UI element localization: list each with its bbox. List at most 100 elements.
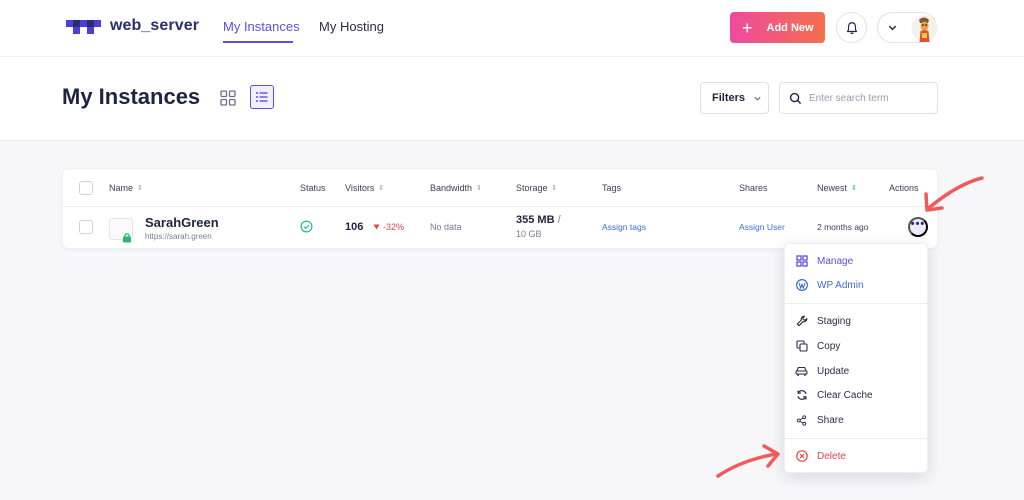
menu-item-delete[interactable]: Delete — [785, 445, 929, 467]
menu-item-label: Update — [817, 365, 850, 377]
newest-value: 2 months ago — [817, 222, 869, 232]
list-view-icon — [256, 92, 268, 102]
menu-item-label: Clear Cache — [817, 389, 873, 401]
search-input[interactable] — [809, 92, 927, 104]
column-header-label: Status — [300, 183, 326, 193]
column-header-newest[interactable]: Newest ⇕ — [817, 183, 857, 193]
sort-icon: ⇕ — [137, 184, 143, 192]
sort-active-icon: ⇕ — [851, 184, 857, 192]
add-new-label: Add New — [766, 21, 814, 34]
instances-table: Name ⇕ Status Visitors ⇕ Bandwidth ⇕ Sto… — [62, 168, 938, 249]
annotation-arrow-actions — [924, 176, 984, 212]
menu-item-label: WP Admin — [817, 279, 864, 291]
menu-item-wp-admin[interactable]: WP Admin — [785, 274, 929, 296]
sort-icon: ⇕ — [551, 184, 558, 192]
assign-tags-link[interactable]: Assign tags — [602, 222, 646, 232]
menu-item-share[interactable]: Share — [785, 409, 929, 431]
filters-button[interactable]: Filters — [700, 82, 769, 114]
row-checkbox[interactable] — [79, 220, 93, 234]
menu-item-manage[interactable]: Manage — [785, 250, 929, 272]
wordpress-icon — [795, 279, 808, 292]
visitors-change-value: -32% — [383, 222, 405, 232]
bandwidth-value: No data — [430, 222, 462, 232]
column-header-tags: Tags — [602, 183, 621, 193]
site-name[interactable]: SarahGreen — [145, 215, 219, 230]
column-header-label: Storage — [516, 183, 548, 193]
refresh-icon — [795, 389, 808, 402]
visitors-change: -32% — [373, 222, 404, 232]
bell-icon — [846, 21, 857, 34]
search-box — [779, 82, 938, 114]
brand-name: web_server — [110, 17, 200, 34]
column-header-storage[interactable]: Storage ⇕ — [516, 183, 557, 193]
sort-icon: ⇕ — [476, 184, 482, 192]
page-header: My Instances Filters — [0, 57, 1024, 141]
select-all-checkbox[interactable] — [79, 181, 93, 195]
nav-my-instances[interactable]: My Instances — [223, 19, 300, 34]
copy-icon — [795, 340, 808, 353]
search-icon — [789, 92, 802, 104]
brand-logo[interactable]: web_server — [66, 17, 199, 35]
menu-item-staging[interactable]: Staging — [785, 310, 929, 332]
menu-item-copy[interactable]: Copy — [785, 335, 929, 357]
trend-down-icon — [373, 224, 380, 230]
column-header-label: Visitors — [345, 183, 375, 193]
column-header-shares: Shares — [739, 183, 768, 193]
menu-item-label: Staging — [817, 315, 851, 327]
grid-view-icon[interactable] — [219, 89, 237, 107]
menu-divider — [785, 438, 929, 439]
more-horizontal-icon: ••• — [910, 218, 926, 230]
avatar — [911, 15, 938, 42]
list-view-button[interactable] — [250, 85, 274, 109]
menu-item-label: Delete — [817, 450, 846, 462]
menu-item-label: Manage — [817, 255, 854, 267]
notifications-button[interactable] — [836, 12, 867, 43]
menu-item-update[interactable]: Update — [785, 360, 929, 382]
menu-item-label: Copy — [817, 340, 841, 352]
column-header-label: Bandwidth — [430, 183, 473, 193]
chevron-down-icon — [888, 25, 897, 31]
column-header-label: Newest — [817, 183, 848, 193]
delete-circle-icon — [795, 450, 808, 463]
filters-label: Filters — [712, 92, 746, 104]
column-header-name[interactable]: Name ⇕ — [109, 183, 143, 193]
storage-used: 355 MB / — [516, 214, 561, 226]
menu-divider — [785, 303, 929, 304]
storage-total: 10 GB — [516, 229, 542, 239]
column-header-label: Shares — [739, 183, 768, 193]
row-actions-button[interactable]: ••• — [908, 217, 928, 237]
column-header-bandwidth[interactable]: Bandwidth ⇕ — [430, 183, 482, 193]
table-header-divider — [63, 206, 937, 207]
assign-user-link[interactable]: Assign User — [739, 222, 785, 232]
chevron-down-icon — [754, 96, 761, 101]
wrench-icon — [795, 315, 808, 328]
column-header-label: Actions — [889, 183, 919, 193]
actions-menu: Manage WP Admin Staging Copy Update Clea… — [784, 243, 929, 473]
nav-active-indicator — [223, 41, 293, 43]
column-header-label: Name — [109, 183, 134, 193]
column-header-actions: Actions — [889, 183, 919, 193]
page-title: My Instances — [62, 84, 201, 109]
add-new-button[interactable]: + Add New — [730, 12, 825, 43]
car-icon — [795, 365, 808, 378]
top-navbar: web_server My Instances My Hosting + Add… — [0, 0, 1024, 57]
menu-item-label: Share — [817, 414, 844, 426]
column-header-status: Status — [300, 183, 326, 193]
menu-item-clear-cache[interactable]: Clear Cache — [785, 384, 929, 406]
sort-icon: ⇕ — [378, 184, 385, 192]
column-header-label: Tags — [602, 183, 622, 193]
storage-used-value: 355 MB — [516, 214, 555, 226]
profile-menu-button[interactable] — [877, 12, 938, 43]
site-url[interactable]: https://sarah.green — [145, 232, 212, 241]
annotation-arrow-delete — [716, 444, 780, 478]
lock-icon — [123, 233, 131, 243]
storage-separator: / — [557, 214, 561, 226]
nav-my-hosting[interactable]: My Hosting — [319, 19, 384, 34]
share-icon — [795, 414, 808, 427]
plus-icon: + — [742, 17, 753, 38]
brand-logo-icon — [66, 20, 101, 34]
status-ok-icon — [300, 220, 313, 233]
visitors-count: 106 — [345, 221, 364, 233]
column-header-visitors[interactable]: Visitors ⇕ — [345, 183, 384, 193]
grid-icon — [795, 255, 808, 268]
